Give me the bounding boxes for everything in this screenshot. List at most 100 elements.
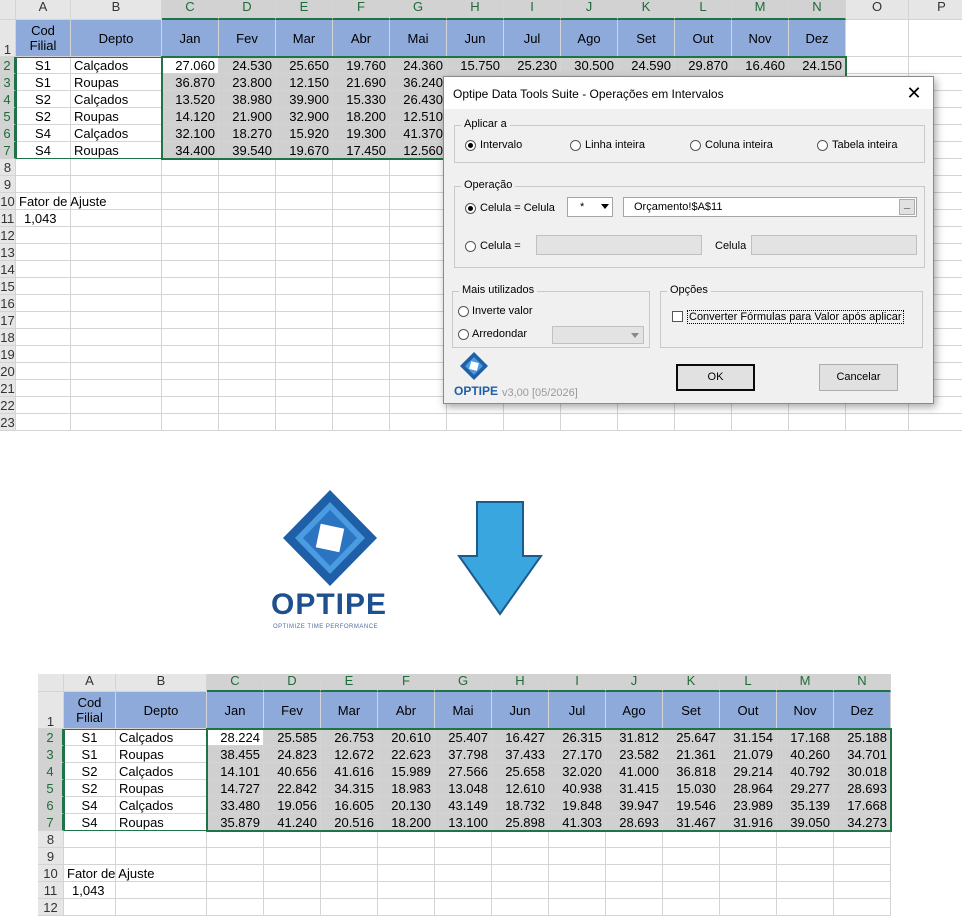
cell[interactable] bbox=[321, 882, 378, 899]
cell[interactable] bbox=[777, 831, 834, 848]
cell[interactable] bbox=[219, 312, 276, 329]
cell[interactable] bbox=[549, 865, 606, 882]
select-all-corner[interactable] bbox=[0, 0, 16, 20]
cell[interactable] bbox=[64, 899, 116, 916]
value-cell[interactable]: 31.812 bbox=[606, 729, 663, 746]
value-cell[interactable]: 15.330 bbox=[333, 91, 390, 108]
cell[interactable] bbox=[219, 278, 276, 295]
cell[interactable] bbox=[909, 20, 962, 57]
radio-arredondar[interactable] bbox=[458, 329, 469, 340]
cell[interactable] bbox=[16, 397, 71, 414]
value-cell[interactable]: 35.139 bbox=[777, 797, 834, 814]
value-cell[interactable]: 29.870 bbox=[675, 57, 732, 74]
cell[interactable] bbox=[789, 414, 846, 431]
row-header[interactable]: 2 bbox=[0, 57, 16, 74]
cell[interactable] bbox=[618, 414, 675, 431]
cell[interactable] bbox=[732, 414, 789, 431]
cell[interactable] bbox=[663, 882, 720, 899]
cell[interactable] bbox=[606, 865, 663, 882]
cell[interactable] bbox=[219, 329, 276, 346]
value-cell[interactable]: 31.467 bbox=[663, 814, 720, 831]
cell[interactable] bbox=[663, 848, 720, 865]
value-cell[interactable]: 36.870 bbox=[162, 74, 219, 91]
cell[interactable] bbox=[162, 227, 219, 244]
row-header[interactable]: 6 bbox=[38, 797, 64, 814]
cell[interactable] bbox=[71, 159, 162, 176]
column-header[interactable]: H bbox=[447, 0, 504, 20]
value-cell[interactable]: 28.224 bbox=[207, 729, 264, 746]
depto-cell[interactable]: Roupas bbox=[71, 108, 162, 125]
cod-filial-cell[interactable]: S4 bbox=[64, 797, 116, 814]
cell[interactable] bbox=[390, 210, 447, 227]
value-cell[interactable]: 22.623 bbox=[378, 746, 435, 763]
cell[interactable] bbox=[390, 363, 447, 380]
value-cell[interactable]: 32.100 bbox=[162, 125, 219, 142]
cell[interactable] bbox=[64, 831, 116, 848]
value-cell[interactable]: 21.900 bbox=[219, 108, 276, 125]
header-month[interactable]: Jul bbox=[504, 20, 561, 57]
cell[interactable] bbox=[846, 414, 909, 431]
cell[interactable] bbox=[720, 848, 777, 865]
cell[interactable] bbox=[71, 397, 162, 414]
column-header[interactable]: A bbox=[16, 0, 71, 20]
cell[interactable] bbox=[276, 295, 333, 312]
value-cell[interactable]: 40.260 bbox=[777, 746, 834, 763]
value-cell[interactable]: 17.450 bbox=[333, 142, 390, 159]
cell[interactable] bbox=[219, 380, 276, 397]
column-header[interactable]: B bbox=[116, 674, 207, 692]
row-header[interactable]: 13 bbox=[0, 244, 16, 261]
column-header[interactable]: I bbox=[549, 674, 606, 692]
value-cell[interactable]: 25.658 bbox=[492, 763, 549, 780]
column-header[interactable]: J bbox=[606, 674, 663, 692]
row-header[interactable]: 4 bbox=[38, 763, 64, 780]
cell[interactable] bbox=[219, 295, 276, 312]
value-cell[interactable]: 36.818 bbox=[663, 763, 720, 780]
cell[interactable] bbox=[549, 899, 606, 916]
cell[interactable] bbox=[390, 414, 447, 431]
value-cell[interactable]: 31.916 bbox=[720, 814, 777, 831]
cell[interactable] bbox=[71, 244, 162, 261]
cell[interactable] bbox=[333, 397, 390, 414]
row-header[interactable]: 4 bbox=[0, 91, 16, 108]
cell[interactable] bbox=[834, 865, 891, 882]
value-cell[interactable]: 16.605 bbox=[321, 797, 378, 814]
cod-filial-cell[interactable]: S4 bbox=[64, 814, 116, 831]
header-month[interactable]: Abr bbox=[378, 692, 435, 729]
header-depto[interactable]: Depto bbox=[71, 20, 162, 57]
cell[interactable] bbox=[276, 261, 333, 278]
cell[interactable] bbox=[390, 159, 447, 176]
operator-select[interactable]: * bbox=[567, 197, 613, 217]
value-cell[interactable]: 37.798 bbox=[435, 746, 492, 763]
cell[interactable] bbox=[116, 882, 207, 899]
select-all-corner[interactable] bbox=[38, 674, 64, 692]
value-cell[interactable]: 19.848 bbox=[549, 797, 606, 814]
cell[interactable] bbox=[390, 329, 447, 346]
value-cell[interactable]: 14.120 bbox=[162, 108, 219, 125]
value-cell[interactable]: 24.590 bbox=[618, 57, 675, 74]
cell[interactable] bbox=[390, 176, 447, 193]
value-cell[interactable]: 13.048 bbox=[435, 780, 492, 797]
cell[interactable] bbox=[834, 831, 891, 848]
row-header[interactable]: 12 bbox=[38, 899, 64, 916]
cod-filial-cell[interactable]: S1 bbox=[64, 729, 116, 746]
value-cell[interactable]: 29.277 bbox=[777, 780, 834, 797]
cell[interactable] bbox=[390, 295, 447, 312]
adjust-value[interactable]: 1,043 bbox=[64, 882, 116, 899]
adjust-label[interactable]: Fator de Ajuste bbox=[64, 865, 154, 882]
header-month[interactable]: Out bbox=[675, 20, 732, 57]
header-month[interactable]: Fev bbox=[219, 20, 276, 57]
value-cell[interactable]: 19.670 bbox=[276, 142, 333, 159]
cell[interactable] bbox=[378, 848, 435, 865]
cell[interactable] bbox=[276, 244, 333, 261]
cell[interactable] bbox=[378, 865, 435, 882]
value-cell[interactable]: 39.050 bbox=[777, 814, 834, 831]
radio-intervalo[interactable] bbox=[465, 140, 476, 151]
column-header[interactable]: I bbox=[504, 0, 561, 20]
value-cell[interactable]: 23.800 bbox=[219, 74, 276, 91]
cell[interactable] bbox=[71, 278, 162, 295]
cell[interactable] bbox=[16, 278, 71, 295]
cell[interactable] bbox=[276, 329, 333, 346]
cell[interactable] bbox=[276, 363, 333, 380]
column-header[interactable]: K bbox=[663, 674, 720, 692]
column-header[interactable]: N bbox=[834, 674, 891, 692]
